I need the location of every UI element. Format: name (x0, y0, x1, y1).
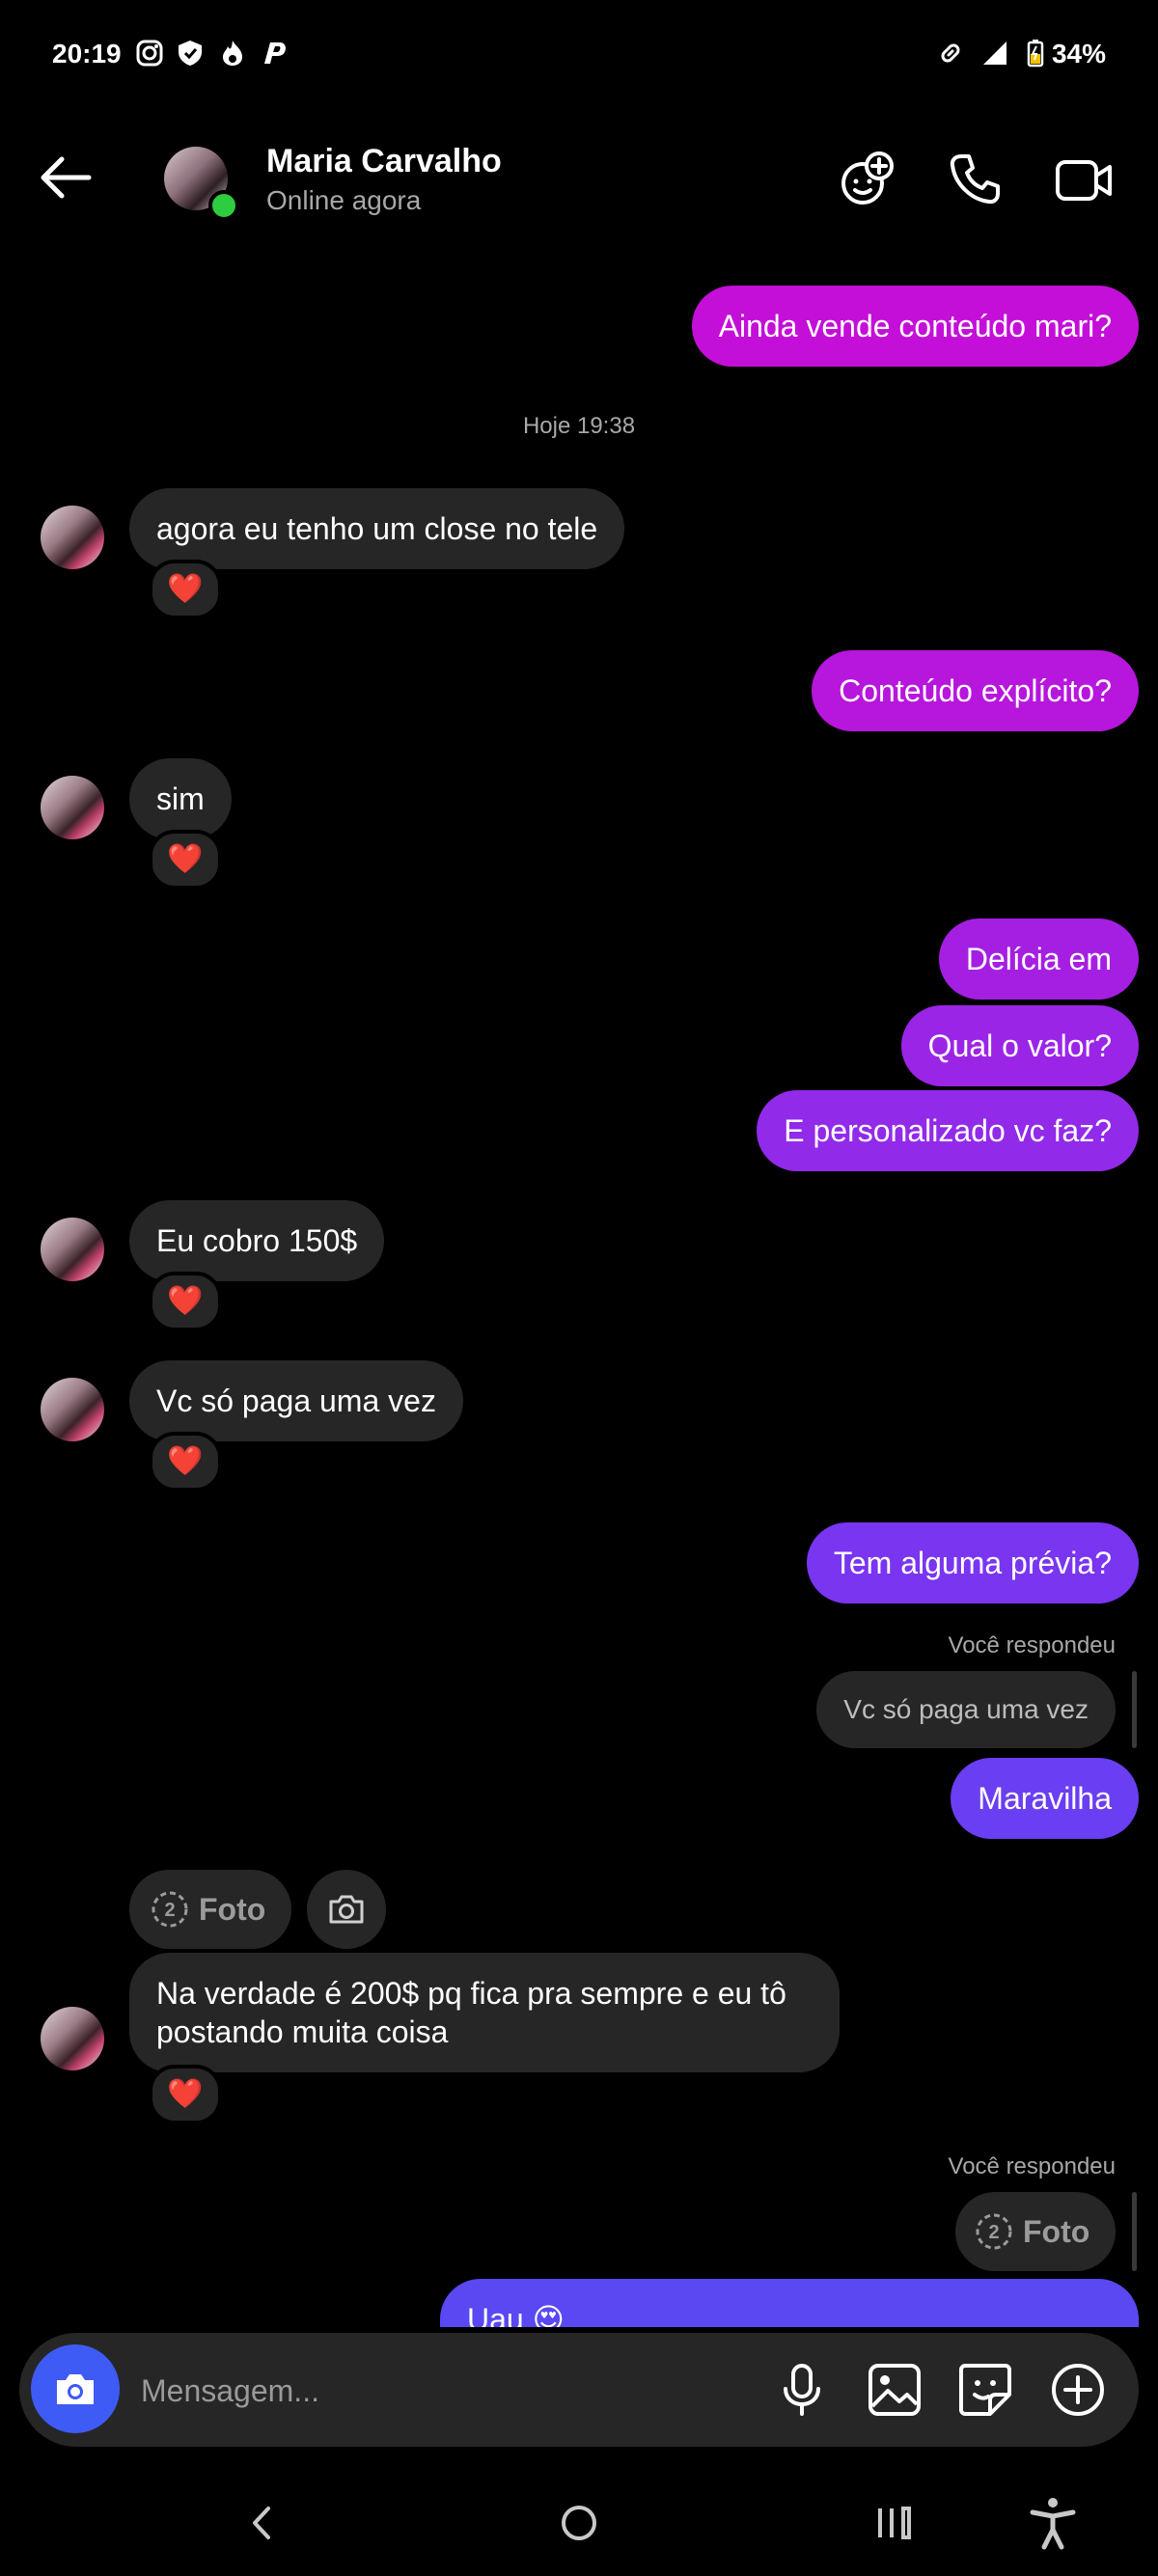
accessibility-icon[interactable] (1019, 2489, 1087, 2557)
sender-avatar[interactable] (41, 776, 104, 839)
outgoing-message[interactable]: Delícia em (938, 918, 1139, 1000)
heart-reaction[interactable]: ❤️ (149, 1272, 222, 1331)
shield-icon (179, 41, 202, 66)
message-input[interactable] (139, 2370, 722, 2412)
incoming-message[interactable]: Vc só paga uma vez (129, 1360, 463, 1441)
nav-back-icon[interactable] (228, 2489, 295, 2557)
status-time: 20:19 (52, 39, 122, 69)
outgoing-message[interactable]: Tem alguma prévia? (806, 1522, 1139, 1603)
signal-icon (983, 41, 1006, 65)
sticker-icon[interactable] (951, 2356, 1019, 2424)
flame-icon (223, 41, 242, 66)
camera-chip[interactable] (307, 1870, 386, 1949)
contact-status: Online agora (266, 185, 422, 215)
outgoing-message[interactable]: Maravilha (951, 1758, 1139, 1839)
sender-avatar[interactable] (41, 2007, 104, 2070)
link-icon (941, 43, 960, 63)
heart-reaction[interactable]: ❤️ (149, 830, 222, 890)
replied-label: Você respondeu (948, 1632, 1116, 1658)
svg-text:2: 2 (988, 2222, 999, 2243)
sender-avatar[interactable] (41, 1218, 104, 1281)
add-effects-icon[interactable] (834, 147, 899, 212)
message-line: Na verdade é 200$ pq fica pra sempre e e… (156, 1976, 786, 2011)
microphone-icon[interactable] (768, 2356, 836, 2424)
battery-percentage: 34% (1051, 39, 1106, 69)
sender-avatar[interactable] (41, 506, 104, 569)
photo-chip-label: Foto (199, 1892, 266, 1927)
gallery-icon[interactable] (861, 2356, 928, 2424)
message-line: postando muita coisa (156, 2014, 449, 2049)
nav-home-icon[interactable] (545, 2489, 613, 2557)
outgoing-message[interactable]: E personalizado vc faz? (757, 1090, 1139, 1171)
replied-label: Você respondeu (948, 2153, 1116, 2179)
phone-icon[interactable] (942, 147, 1007, 212)
incoming-message[interactable]: agora eu tenho um close no tele (129, 488, 625, 569)
svg-text:2: 2 (164, 1900, 175, 1921)
back-arrow-icon[interactable] (33, 145, 98, 210)
view-once-icon: 2 (152, 1891, 188, 1928)
contact-name[interactable]: Maria Carvalho (266, 143, 502, 180)
online-indicator (208, 190, 239, 221)
camera-icon (329, 1895, 364, 1924)
camera-icon (57, 2374, 94, 2404)
heart-reaction[interactable]: ❤️ (149, 2065, 222, 2124)
outgoing-message[interactable]: Qual o valor? (900, 1005, 1139, 1086)
battery-icon (1027, 40, 1044, 68)
outgoing-message[interactable]: Conteúdo explícito? (812, 650, 1139, 731)
quoted-message[interactable]: Vc só paga uma vez (816, 1671, 1116, 1748)
sender-avatar[interactable] (41, 1378, 104, 1441)
quoted-photo-label: Foto (1023, 2214, 1090, 2249)
quote-bar (1132, 1671, 1137, 1748)
instagram-icon (136, 40, 163, 67)
photo-chip[interactable]: 2 Foto (129, 1870, 291, 1949)
nav-recents-icon[interactable] (861, 2489, 928, 2557)
outgoing-message[interactable]: Ainda vende conteúdo mari? (691, 286, 1139, 367)
video-icon[interactable] (1052, 147, 1117, 212)
p-app-icon (264, 42, 286, 64)
quote-bar (1132, 2192, 1137, 2271)
timestamp: Hoje 19:38 (522, 413, 636, 439)
incoming-message[interactable]: Na verdade é 200$ pq fica pra sempre e e… (129, 1953, 840, 2072)
heart-reaction[interactable]: ❤️ (149, 1432, 222, 1492)
quoted-photo[interactable]: 2 Foto (955, 2192, 1116, 2271)
heart-reaction[interactable]: ❤️ (149, 560, 222, 619)
plus-icon[interactable] (1044, 2356, 1112, 2424)
incoming-message[interactable]: sim (129, 758, 232, 839)
incoming-message[interactable]: Eu cobro 150$ (129, 1200, 385, 1281)
view-once-icon: 2 (976, 2213, 1012, 2250)
camera-button[interactable] (31, 2344, 120, 2433)
